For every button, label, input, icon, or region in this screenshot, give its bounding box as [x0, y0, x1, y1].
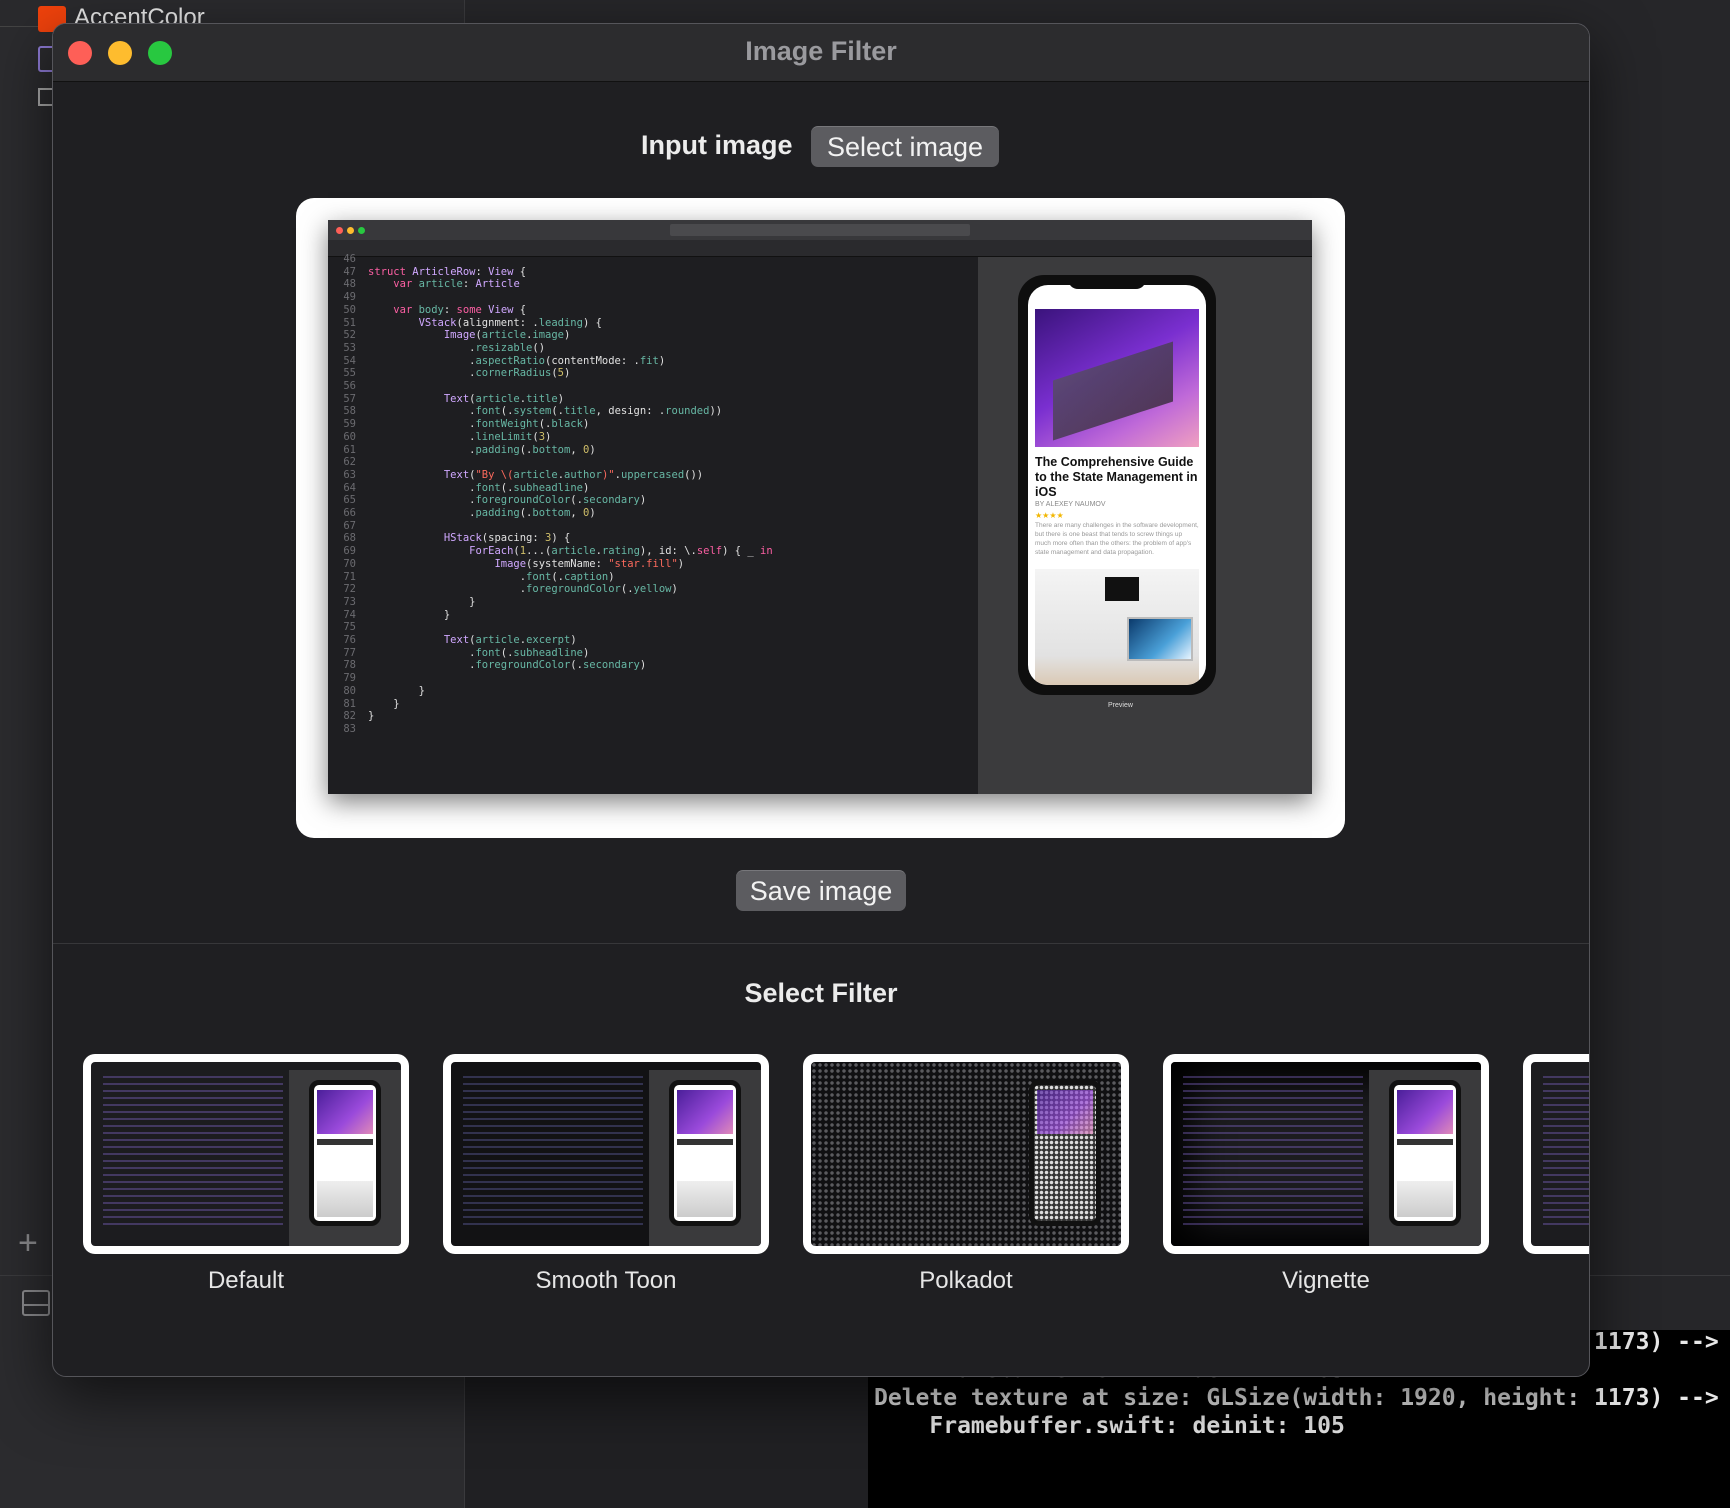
- photo-laptop: [1127, 617, 1193, 661]
- thumb-code: [1543, 1076, 1589, 1226]
- code-line: 77 .font(.subheadline): [343, 646, 590, 659]
- code-line: 56: [343, 380, 356, 392]
- code-line: 67: [343, 519, 356, 532]
- filter-label: Default: [207, 1267, 285, 1294]
- preview-caption: Preview: [1108, 702, 1133, 709]
- image-filter-window: Image Filter Input image Select image 46…: [52, 23, 1590, 1377]
- code-line: 52 Image(article.image): [343, 329, 571, 342]
- screenshot-minimize-dot: [347, 227, 354, 234]
- input-image-preview: 46 47 struct ArticleRow: View {48 var arti…: [296, 198, 1345, 838]
- filter-thumb-vignette[interactable]: [1163, 1054, 1489, 1254]
- code-line: 68 HStack(spacing: 3) {: [343, 532, 571, 545]
- screenshot-close-dot: [336, 227, 343, 234]
- filter-thumb-smooth-toon[interactable]: [443, 1054, 769, 1254]
- thumb-code: [1183, 1076, 1363, 1226]
- code-line: 72 .foregroundColor(.yellow): [343, 583, 678, 596]
- code-line: 80 }: [343, 684, 425, 697]
- code-line: 54 .aspectRatio(contentMode: .fit): [343, 354, 666, 367]
- code-line: 60 .lineLimit(3): [343, 430, 552, 443]
- select-image-button[interactable]: Select image: [811, 126, 999, 167]
- article-photo: [1035, 569, 1199, 685]
- console-line: Delete texture at size: GLSize(width: 19…: [874, 1385, 1719, 1411]
- code-line: 53 .resizable(): [343, 341, 546, 354]
- filter-thumb-polkadot[interactable]: [803, 1054, 1129, 1254]
- code-line: 57 Text(article.title): [343, 392, 565, 405]
- thumb-phone: [1029, 1080, 1101, 1226]
- code-line: 78 .foregroundColor(.secondary): [343, 659, 647, 672]
- screenshot-zoom-dot: [358, 227, 365, 234]
- filter-thumb-partial[interactable]: [1523, 1054, 1589, 1254]
- article-rating: ★★★★: [1035, 511, 1064, 520]
- filter-label: Polkadot: [919, 1267, 1013, 1294]
- filter-thumb-default[interactable]: [83, 1054, 409, 1254]
- code-line: 70 Image(systemName: "star.fill"): [343, 557, 685, 570]
- code-line: 81 }: [343, 697, 400, 710]
- code-line: 51 VStack(alignment: .leading) {: [343, 316, 602, 329]
- article-author: BY ALEXEY NAUMOV: [1035, 501, 1106, 508]
- select-filter-heading: Select Filter: [744, 978, 898, 1008]
- code-line: 64 .font(.subheadline): [343, 481, 590, 494]
- screenshot-status-bar: [670, 224, 970, 236]
- add-icon[interactable]: +: [18, 1226, 38, 1260]
- section-divider: [53, 943, 1589, 944]
- panel-toggle-icon[interactable]: [22, 1290, 50, 1316]
- window-title: Image Filter: [745, 36, 897, 66]
- iphone-notch: [1068, 275, 1146, 289]
- code-line: 66 .padding(.bottom, 0): [343, 507, 596, 519]
- thumb-image: [451, 1062, 761, 1246]
- code-line: 59 .fontWeight(.black): [343, 418, 590, 431]
- code-line: 58 .font(.system(.title, design: .rounde…: [343, 405, 723, 418]
- iphone-screen: The Comprehensive Guide to the State Man…: [1028, 285, 1206, 685]
- thumb-image: [91, 1062, 401, 1246]
- screenshot-preview-pane: The Comprehensive Guide to the State Man…: [978, 257, 1312, 794]
- code-line: 71 .font(.caption): [343, 570, 615, 583]
- thumb-phone: [1389, 1080, 1461, 1226]
- thumb-image: [1531, 1062, 1589, 1246]
- photo-sign: [1105, 577, 1139, 601]
- thumb-code: [463, 1076, 643, 1226]
- code-line: 65 .foregroundColor(.secondary): [343, 494, 647, 507]
- thumb-image: [811, 1062, 1121, 1246]
- code-line: 55 .cornerRadius(5): [343, 367, 571, 380]
- code-line: 79: [343, 672, 356, 685]
- code-line: 69 ForEach(1...(article.rating), id: \.s…: [343, 545, 773, 558]
- filter-label: Vignette: [1282, 1267, 1370, 1294]
- article-hero-image: [1035, 309, 1199, 447]
- code-line: 62: [343, 456, 356, 469]
- thumb-phone: [669, 1080, 741, 1226]
- console-line: Framebuffer.swift: deinit: 105: [874, 1413, 1345, 1439]
- code-line: 61 .padding(.bottom, 0): [343, 443, 596, 456]
- code-line: 48 var article: Article: [343, 278, 520, 291]
- thumb-image: [1171, 1062, 1481, 1246]
- xcode-screenshot-image: 46 47 struct ArticleRow: View {48 var arti…: [328, 220, 1312, 794]
- code-line: 76 Text(article.excerpt): [343, 634, 577, 646]
- thumb-code: [103, 1076, 283, 1226]
- code-line: 46: [343, 253, 356, 265]
- code-line: 50 var body: some View {: [343, 303, 527, 316]
- code-line: 49: [343, 291, 356, 304]
- code-line: 47 struct ArticleRow: View {: [343, 265, 527, 278]
- iphone-preview: The Comprehensive Guide to the State Man…: [1018, 275, 1216, 695]
- code-line: 82}: [343, 710, 375, 723]
- code-line: 63 Text("By \(article.author)".uppercase…: [343, 468, 704, 481]
- code-line: 75: [343, 621, 356, 634]
- code-line: 73 }: [343, 595, 476, 608]
- screenshot-jump-bar: [328, 240, 1312, 257]
- filter-label: Smooth Toon: [535, 1267, 677, 1294]
- article-title: The Comprehensive Guide to the State Man…: [1035, 455, 1198, 499]
- screenshot-code-editor: 46 47 struct ArticleRow: View {48 var arti…: [328, 253, 978, 794]
- input-image-label: Input image: [641, 130, 793, 160]
- code-line: 74 }: [343, 608, 451, 621]
- screenshot-toolbar: [328, 220, 1312, 240]
- save-image-button[interactable]: Save image: [736, 870, 906, 911]
- article-excerpt: There are many challenges in the softwar…: [1035, 522, 1199, 556]
- code-line: 83: [343, 722, 356, 735]
- title-bar: Image Filter: [53, 24, 1589, 82]
- thumb-phone: [309, 1080, 381, 1226]
